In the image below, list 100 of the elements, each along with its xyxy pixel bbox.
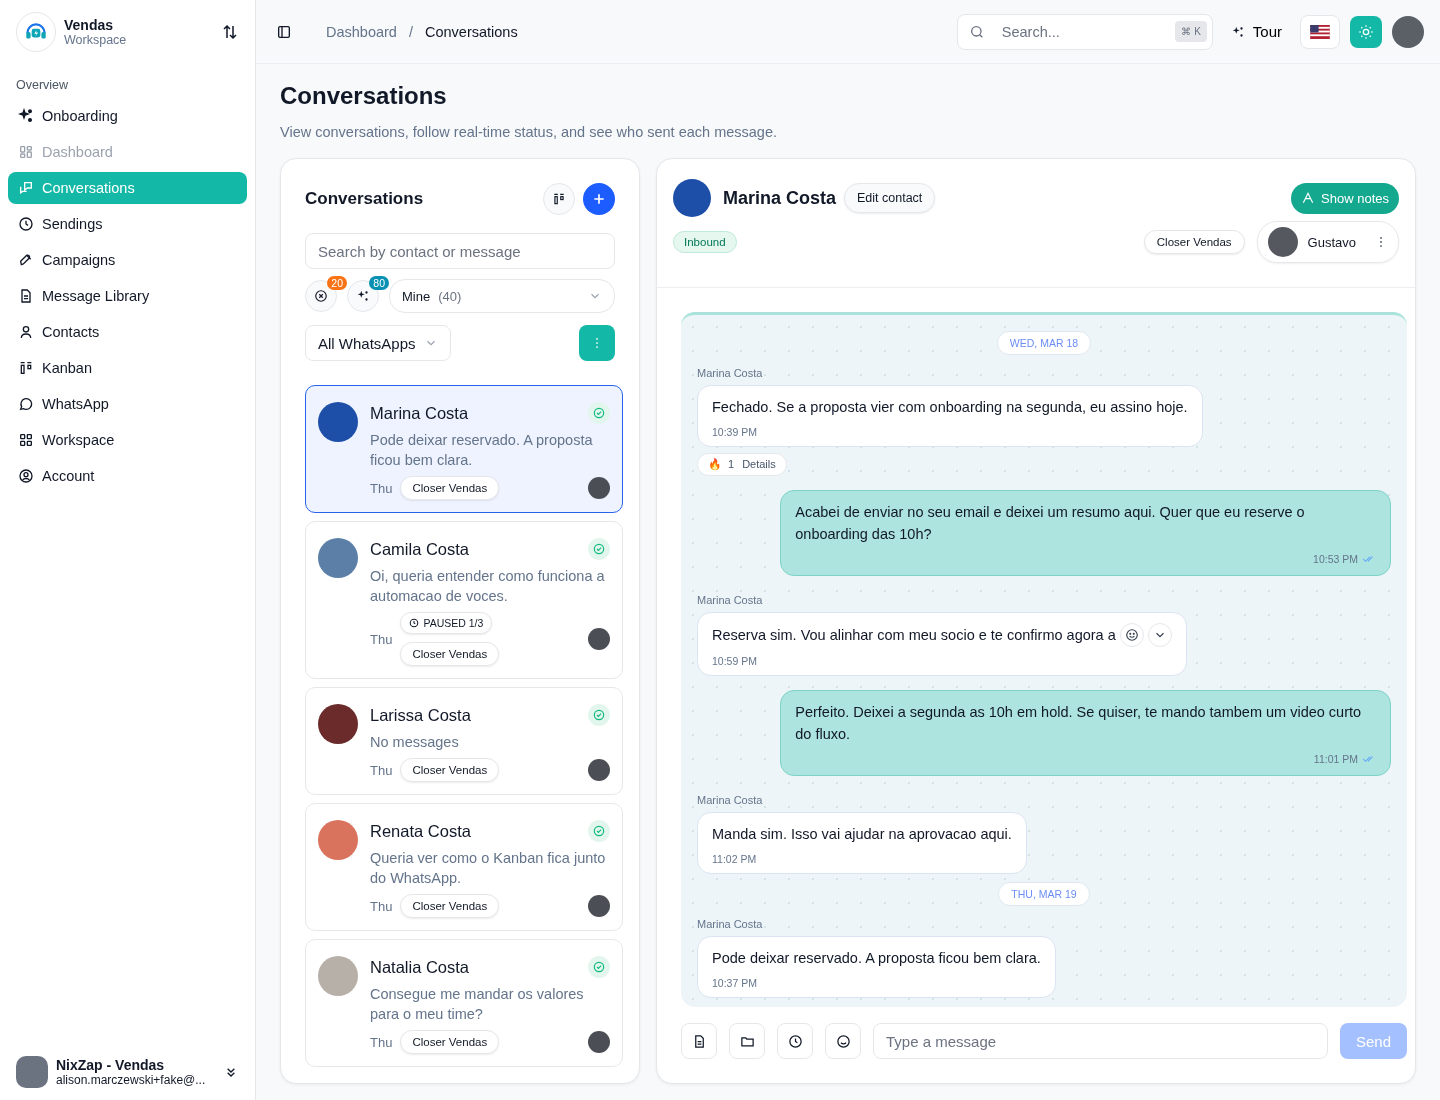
user-email: alison.marczewski+fake@... bbox=[56, 1073, 207, 1087]
team-tag: Closer Vendas bbox=[1143, 230, 1245, 254]
nav-item[interactable]: Sendings bbox=[8, 208, 247, 240]
conversation-item[interactable]: Marina Costa Pode deixar reservado. A proposta ficou bem clara. Thu Closer Vendas bbox=[305, 385, 623, 513]
contact-avatar bbox=[318, 538, 358, 578]
person-circle-icon bbox=[18, 468, 34, 484]
workspace-name: Vendas bbox=[64, 17, 115, 33]
conversation-item[interactable]: Renata Costa Queria ver como o Kanban fica junto do WhatsApp. Thu Closer Vendas bbox=[305, 803, 623, 931]
search-field[interactable]: Search by contact or message bbox=[305, 233, 615, 269]
language-button[interactable] bbox=[1300, 14, 1340, 49]
message-preview: Consegue me mandar os valores para o meu time? bbox=[370, 985, 585, 1024]
double-check-icon bbox=[1362, 754, 1376, 764]
owner-filter-dropdown[interactable]: Mine (40) bbox=[389, 279, 615, 313]
edit-contact-button[interactable]: Edit contact bbox=[844, 183, 936, 213]
person-icon bbox=[18, 324, 34, 340]
document-icon[interactable] bbox=[681, 1023, 717, 1059]
team-tag: Closer Vendas bbox=[400, 758, 500, 782]
sun-icon bbox=[1358, 23, 1374, 40]
check-circle-icon bbox=[588, 956, 610, 978]
nav-item[interactable]: Campaigns bbox=[8, 244, 247, 276]
conversation-day: Thu bbox=[370, 898, 393, 914]
message-text: Manda sim. Isso vai ajudar na aprovacao aqui. bbox=[712, 825, 1012, 844]
team-tag: Closer Vendas bbox=[400, 642, 500, 666]
message-text: Fechado. Se a proposta vier com onboarding na segunda, eu assino hoje. bbox=[712, 398, 1188, 417]
conversation-day: Thu bbox=[370, 1034, 393, 1050]
document-icon bbox=[18, 288, 34, 304]
breadcrumb-link[interactable]: Conversations bbox=[424, 23, 518, 40]
search-icon bbox=[968, 23, 985, 40]
nav-item[interactable]: Message Library bbox=[8, 280, 247, 312]
sender-name: Marina Costa bbox=[697, 367, 763, 379]
message-text: Acabei de enviar no seu email e deixei um resumo aqui. Quer que eu reserve o onboarding das 10h? bbox=[795, 503, 1306, 544]
message-time: 10:53 PM bbox=[1313, 553, 1358, 565]
sender-name: Marina Costa bbox=[697, 594, 763, 606]
contact-avatar bbox=[318, 820, 358, 860]
kanban-view-button[interactable] bbox=[543, 183, 575, 215]
message-text: Perfeito. Deixei a segunda as 10h em hold. Se quiser, te mando tambem um video curto do fluxo. bbox=[795, 703, 1363, 744]
conversation-item[interactable]: Camila Costa Oi, queria entender como funciona a automacao de voces. Thu PAUSED 1/3 Closer Vendas bbox=[305, 521, 623, 679]
message-time: 10:39 PM bbox=[712, 426, 758, 438]
team-tag: Closer Vendas bbox=[400, 476, 500, 500]
clock-icon[interactable] bbox=[777, 1023, 813, 1059]
nav-item[interactable]: Contacts bbox=[8, 316, 247, 348]
message-time: 11:02 PM bbox=[712, 853, 758, 865]
tour-button[interactable]: Tour bbox=[1222, 23, 1290, 40]
columns-icon bbox=[552, 192, 566, 206]
workspace-subtitle: Workspace bbox=[64, 33, 128, 47]
agent-avatar bbox=[588, 477, 610, 499]
message-time: 10:59 PM bbox=[712, 655, 758, 667]
chevron-down-icon[interactable] bbox=[1147, 623, 1172, 647]
sender-name: Marina Costa bbox=[697, 918, 763, 930]
folder-icon[interactable] bbox=[729, 1023, 765, 1059]
section-label: Overview bbox=[15, 78, 70, 92]
emoji-icon[interactable] bbox=[825, 1023, 861, 1059]
contact-name: Renata Costa bbox=[370, 821, 472, 841]
check-circle-icon bbox=[588, 704, 610, 726]
conversation-item[interactable]: Natalia Costa Consegue me mandar os valores para o meu time? Thu Closer Vendas bbox=[305, 939, 623, 1067]
contact-name: Larissa Costa bbox=[370, 705, 472, 725]
reaction-chip[interactable]: 🔥 1 Details bbox=[697, 453, 787, 476]
contact-avatar bbox=[318, 704, 358, 744]
channel-filter-dropdown[interactable]: All WhatsApps bbox=[305, 325, 451, 361]
letter-a-icon bbox=[1301, 191, 1316, 205]
count-badge: 20 bbox=[327, 276, 347, 290]
breadcrumb-link[interactable]: Dashboard bbox=[326, 23, 397, 40]
contact-name: Marina Costa bbox=[370, 403, 470, 423]
profile-avatar[interactable] bbox=[1392, 15, 1424, 48]
contact-avatar bbox=[318, 956, 358, 996]
agent-name: Gustavo bbox=[1307, 234, 1356, 250]
agent-avatar bbox=[588, 895, 610, 917]
grid-icon bbox=[18, 432, 34, 448]
message-input[interactable]: Type a message bbox=[873, 1023, 1328, 1059]
nav-item[interactable]: Onboarding bbox=[8, 100, 247, 132]
team-tag: Closer Vendas bbox=[400, 1030, 500, 1054]
check-circle-icon bbox=[588, 820, 610, 842]
nav-item[interactable]: Workspace bbox=[8, 424, 247, 456]
agent-selector[interactable]: Gustavo bbox=[1256, 221, 1399, 263]
contact-name: Camila Costa bbox=[370, 539, 471, 559]
message-preview: Pode deixar reservado. A proposta ficou bem clara. bbox=[370, 431, 594, 470]
nav-item[interactable]: WhatsApp bbox=[8, 388, 247, 420]
add-button[interactable] bbox=[583, 183, 615, 215]
sidebar-toggle-icon[interactable] bbox=[276, 23, 292, 40]
swap-arrows-icon[interactable] bbox=[221, 23, 239, 41]
page-title: Conversations bbox=[280, 82, 448, 110]
clock-icon bbox=[18, 216, 34, 232]
message-time: 11:01 PM bbox=[1313, 753, 1358, 765]
message-preview: Queria ver como o Kanban fica junto do WhatsApp. bbox=[370, 849, 607, 888]
team-tag: Closer Vendas bbox=[400, 894, 500, 918]
conversation-day: Thu bbox=[370, 631, 393, 647]
contact-name: Natalia Costa bbox=[370, 957, 471, 977]
close-circle-icon bbox=[314, 289, 328, 303]
agent-avatar bbox=[1267, 227, 1298, 257]
message-preview: No messages bbox=[370, 733, 460, 752]
agent-avatar bbox=[588, 1031, 610, 1053]
nav-item[interactable]: Account bbox=[8, 460, 247, 492]
contact-name: Marina Costa bbox=[723, 187, 837, 209]
conversation-item[interactable]: Larissa Costa No messages Thu Closer Vendas bbox=[305, 687, 623, 795]
nav-item[interactable]: Kanban bbox=[8, 352, 247, 384]
date-divider: THU, MAR 19 bbox=[998, 882, 1090, 906]
breadcrumb-separator: / bbox=[408, 23, 413, 40]
agent-avatar bbox=[588, 628, 610, 650]
emoji-icon[interactable] bbox=[1119, 623, 1144, 647]
sparkle-icon bbox=[356, 289, 370, 303]
